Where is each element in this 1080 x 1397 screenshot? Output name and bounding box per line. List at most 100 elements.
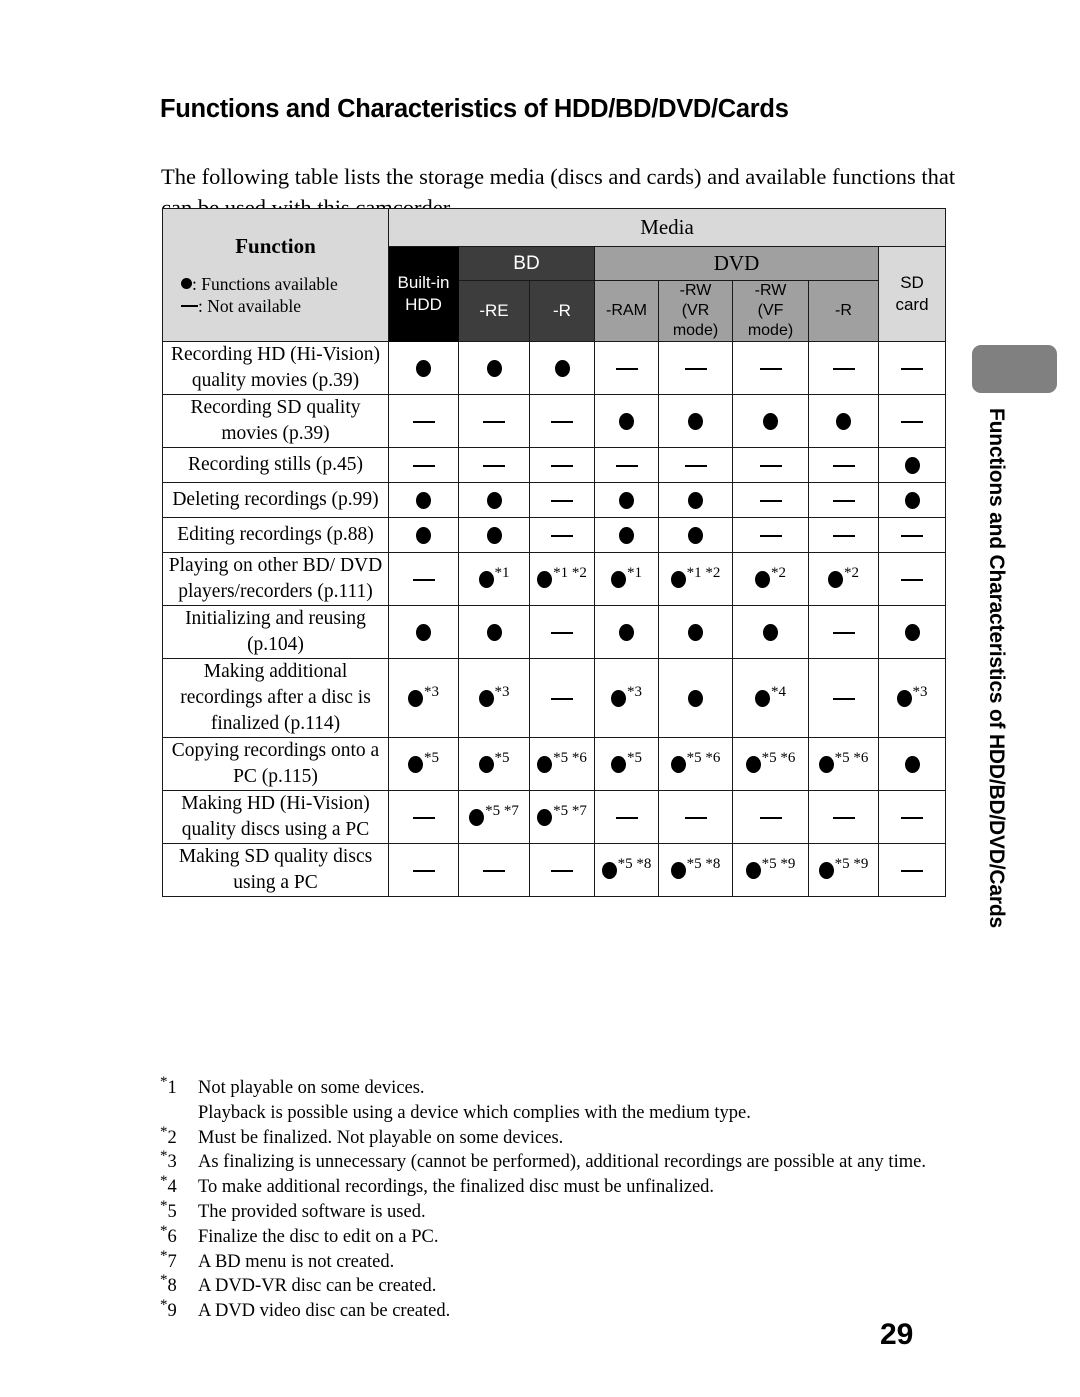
availability-cell-sd xyxy=(877,605,947,659)
available-dot-icon xyxy=(478,756,494,774)
availability-cell-dvdr xyxy=(808,605,879,659)
not-available-dash-icon xyxy=(901,420,924,423)
footnote-number-value: 9 xyxy=(167,1301,177,1322)
availability-cell-sd xyxy=(877,843,947,897)
function-name-cell: Initializing and reusing (p.104) xyxy=(162,605,389,659)
availability-cell-rwvr xyxy=(658,341,733,395)
available-dot-icon xyxy=(416,527,431,545)
function-name-cell: Recording stills (p.45) xyxy=(162,447,389,483)
available-dot-icon xyxy=(688,624,703,642)
available-dot-icon xyxy=(478,690,494,708)
availability-cell-bdre: *1 xyxy=(458,552,530,606)
availability-cell-bdr xyxy=(529,843,595,897)
available-dot-icon xyxy=(537,809,553,827)
availability-cell-bdre xyxy=(458,843,530,897)
not-available-dash-icon xyxy=(759,816,782,819)
not-available-dash-icon xyxy=(551,869,573,872)
footnote-number: *2 xyxy=(160,1124,192,1151)
not-available-dash-icon xyxy=(832,367,855,370)
function-name-cell: Making SD quality discs using a PC xyxy=(162,843,389,897)
footnote-item: *5 The provided software is used. xyxy=(160,1198,970,1225)
availability-cell-rwvr xyxy=(658,605,733,659)
available-dot-icon xyxy=(416,492,431,510)
function-name-cell: Copying recordings onto a PC (p.115) xyxy=(162,737,389,791)
not-available-dash-icon xyxy=(551,499,573,502)
footnote-text: To make additional recordings, the final… xyxy=(198,1177,715,1198)
footnote-text: As finalizing is unnecessary (cannot be … xyxy=(198,1152,926,1173)
available-dot-icon xyxy=(688,690,703,708)
not-available-dash-icon xyxy=(684,367,707,370)
available-dot-icon xyxy=(619,527,634,545)
footnote-item: *6 Finalize the disc to edit on a PC. xyxy=(160,1222,970,1250)
filled-circle-icon xyxy=(181,277,192,289)
footnote-number: *6 xyxy=(160,1222,192,1250)
availability-cell-ram: *1 xyxy=(594,552,659,606)
available-dot-icon xyxy=(818,756,834,774)
not-available-dash-icon xyxy=(759,464,782,467)
availability-cell-bdr xyxy=(529,658,595,738)
footnote-number-value: 5 xyxy=(167,1201,177,1222)
table-row: Copying recordings onto a PC (p.115) *5 *5… xyxy=(162,737,947,791)
footnote-number-value: 6 xyxy=(167,1226,177,1247)
footnote-marker: *5 *6 xyxy=(553,749,587,766)
function-name-cell: Editing recordings (p.88) xyxy=(162,517,389,553)
available-dot-icon xyxy=(828,571,843,589)
availability-cell-dvdr xyxy=(808,341,879,395)
asterisk-icon: * xyxy=(160,1222,168,1239)
availability-cell-hdd xyxy=(388,482,459,518)
footnote-number-value: 4 xyxy=(167,1177,177,1198)
availability-cell-rwvr: *5 *8 xyxy=(658,843,733,897)
availability-cell-bdre xyxy=(458,447,530,483)
not-available-dash-icon xyxy=(759,534,782,537)
table-header: Function : Functions available : Not ava… xyxy=(162,208,947,342)
not-available-dash-icon xyxy=(483,464,505,467)
available-dot-icon xyxy=(755,690,770,708)
available-dot-icon xyxy=(763,413,778,431)
column-header-dvd-rw-vf: -RW (VF mode) xyxy=(732,280,809,342)
footnote-marker: *5 *6 xyxy=(686,749,721,766)
dvd-rw-vf-line3: mode) xyxy=(747,322,794,339)
legend-unavailable-row: : Not available xyxy=(181,295,388,317)
footnote-marker: *5 *7 xyxy=(485,802,519,819)
not-available-dash-icon xyxy=(483,420,505,423)
footnote-text: A BD menu is not created. xyxy=(198,1251,395,1272)
footnote-number: *3 xyxy=(160,1149,192,1175)
availability-cell-rwvf xyxy=(732,341,809,395)
dvd-rw-vr-line3: mode) xyxy=(672,322,719,339)
availability-cell-hdd xyxy=(388,517,459,553)
availability-cell-sd xyxy=(877,737,947,791)
footnote-number-value: 7 xyxy=(167,1251,177,1272)
column-header-sd-card: SD card xyxy=(877,246,947,342)
table-row: Making additional recordings after a dis… xyxy=(162,658,947,738)
not-available-dash-icon xyxy=(832,631,855,634)
availability-cell-bdre xyxy=(458,341,530,395)
availability-cell-hdd xyxy=(388,394,459,448)
available-dot-icon xyxy=(611,756,626,774)
not-available-dash-icon xyxy=(832,816,855,819)
builtin-hdd-line2: HDD xyxy=(405,295,442,314)
table-row: Initializing and reusing (p.104) xyxy=(162,605,947,659)
not-available-dash-icon xyxy=(551,420,573,423)
not-available-dash-icon xyxy=(615,367,638,370)
legend-available-row: : Functions available xyxy=(181,273,388,295)
availability-cell-dvdr xyxy=(808,482,879,518)
footnote-number: *5 xyxy=(160,1198,192,1225)
footnote-item: *9 A DVD video disc can be created. xyxy=(160,1298,970,1324)
available-dot-icon xyxy=(537,571,553,589)
table-row: Deleting recordings (p.99) xyxy=(162,482,947,518)
not-available-dash-icon xyxy=(551,697,573,700)
function-name-cell: Making additional recordings after a dis… xyxy=(162,658,389,738)
footnote-item: *3 As finalizing is unnecessary (cannot b… xyxy=(160,1149,970,1175)
asterisk-icon: * xyxy=(160,1247,168,1264)
not-available-dash-icon xyxy=(901,869,924,872)
footnote-item: *4 To make additional recordings, the fin… xyxy=(160,1174,970,1200)
table-body: Recording HD (Hi-Vision) quality movies … xyxy=(162,341,947,897)
footnote-number: *1 xyxy=(160,1074,192,1101)
available-dot-icon xyxy=(670,862,686,880)
table-row: Making HD (Hi-Vision) quality discs usin… xyxy=(162,790,947,844)
sd-card-line2: card xyxy=(895,295,929,314)
not-available-dash-icon xyxy=(615,464,638,467)
available-dot-icon xyxy=(763,624,778,642)
availability-cell-dvdr xyxy=(808,517,879,553)
available-dot-icon xyxy=(904,457,920,475)
